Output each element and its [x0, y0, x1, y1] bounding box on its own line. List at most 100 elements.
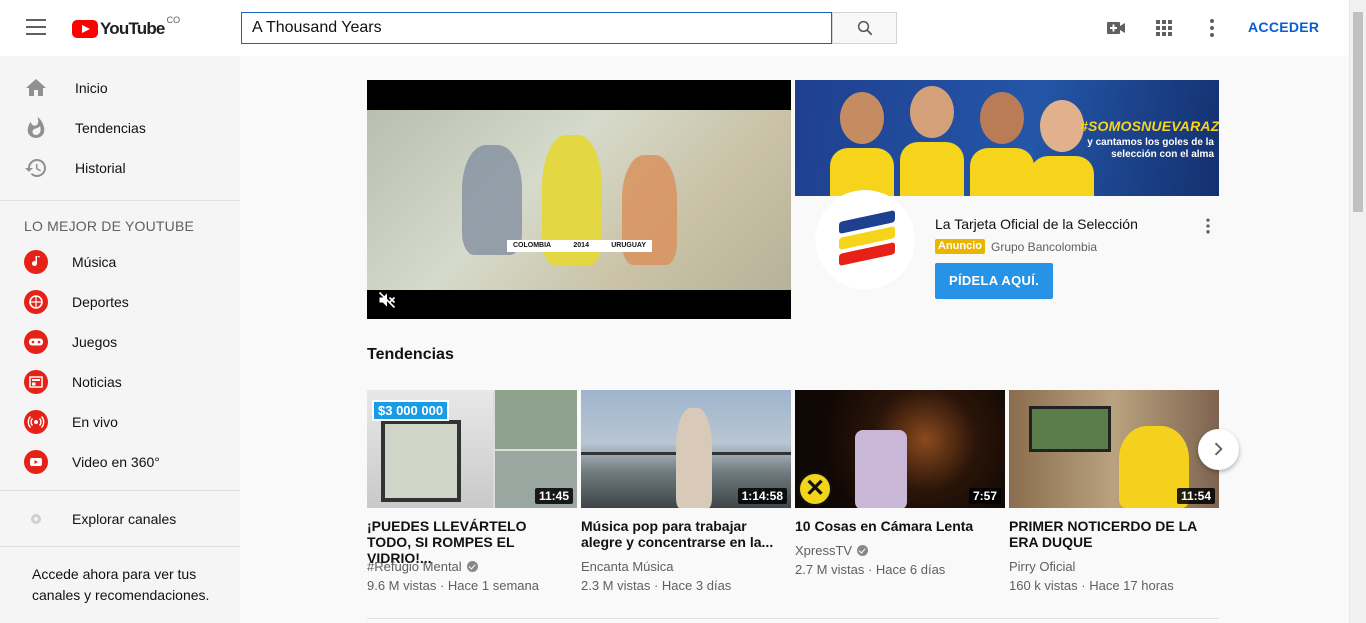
section-title: LO MEJOR DE YOUTUBE [24, 218, 195, 234]
scrollbar[interactable] [1349, 0, 1366, 623]
video-card[interactable]: 11:54 PRIMER NOTICERDO DE LA ERA DUQUE P… [1009, 390, 1219, 600]
ad-banner-subtitle: y cantamos los goles de la selección con… [1087, 137, 1214, 160]
player-figure [462, 145, 522, 255]
news-icon [24, 370, 48, 394]
ad-advertiser[interactable]: Grupo Bancolombia [991, 240, 1097, 254]
apps-grid-icon[interactable] [1152, 16, 1176, 40]
shelf-next-button[interactable] [1198, 429, 1239, 470]
ad-badge: Anuncio [935, 239, 985, 254]
explore-channels-icon [31, 514, 41, 524]
logo-text: YouTube [100, 19, 165, 38]
sidebar-item-label: Explorar canales [72, 511, 177, 527]
video-thumbnail[interactable]: $3 000 000 11:45 [367, 390, 577, 508]
video-360-icon [24, 450, 48, 474]
video-title[interactable]: PRIMER NOTICERDO DE LA ERA DUQUE [1009, 518, 1209, 550]
verified-icon [466, 561, 478, 572]
scorebug-away: URUGUAY [611, 242, 646, 249]
video-age: Hace 17 horas [1089, 578, 1174, 593]
sidebar-divider [0, 200, 240, 201]
video-duration: 11:45 [534, 488, 573, 504]
section-heading-trending[interactable]: Tendencias [367, 346, 454, 364]
sidebar-item-deportes[interactable]: Deportes [0, 282, 240, 322]
sidebar-item-video-360[interactable]: Video en 360° [0, 442, 240, 482]
video-views: 2.7 M vistas [795, 562, 865, 577]
logo-country-code: CO [166, 15, 181, 25]
home-icon [26, 79, 46, 96]
ad-banner-image[interactable]: #SOMOSNUEVARAZA y cantamos los goles de … [795, 80, 1219, 196]
search-input[interactable]: A Thousand Years [241, 12, 832, 44]
sidebar-item-label: Inicio [75, 80, 108, 96]
signin-button[interactable]: ACCEDER [1248, 19, 1319, 35]
signin-prompt: Accede ahora para ver tus canales y reco… [32, 566, 210, 603]
video-title[interactable]: 10 Cosas en Cámara Lenta [795, 518, 995, 534]
video-duration: 11:54 [1176, 488, 1215, 504]
sidebar-divider [0, 490, 240, 491]
sidebar-item-inicio[interactable]: Inicio [0, 68, 240, 108]
youtube-logo[interactable]: YouTube CO [72, 15, 181, 40]
sidebar-item-tendencias[interactable]: Tendencias [0, 108, 240, 148]
menu-icon[interactable] [16, 16, 56, 40]
video-age: Hace 6 días [875, 562, 946, 577]
search-icon [857, 20, 873, 36]
thumb-person [676, 408, 712, 508]
ad-info-card: La Tarjeta Oficial de la Selección Anunc… [795, 190, 1219, 306]
channel-name: #Refugio Mental [367, 559, 462, 574]
video-card[interactable]: ✕ 7:57 10 Cosas en Cámara Lenta XpressTV… [795, 390, 1005, 600]
video-age: Hace 3 días [661, 578, 732, 593]
video-meta: 9.6 M vistas · Hace 1 semana [367, 578, 539, 593]
create-video-icon[interactable] [1104, 16, 1128, 40]
thumb-lighter [855, 430, 907, 508]
video-meta: 160 k vistas · Hace 17 horas [1009, 578, 1174, 593]
sidebar-item-juegos[interactable]: Juegos [0, 322, 240, 362]
thumb-overlay-text: $3 000 000 [372, 400, 450, 421]
ad-person-figure [970, 88, 1034, 196]
video-channel[interactable]: Pirry Oficial [1009, 559, 1075, 574]
channel-name: Encanta Música [581, 559, 674, 574]
sidebar-item-historial[interactable]: Historial [0, 148, 240, 188]
sports-icon [24, 290, 48, 314]
sidebar-item-en-vivo[interactable]: En vivo [0, 402, 240, 442]
search-button[interactable] [832, 12, 897, 44]
mute-icon[interactable] [377, 290, 397, 310]
video-views: 160 k vistas [1009, 578, 1078, 593]
scrollbar-thumb[interactable] [1353, 12, 1363, 212]
ad-hashtag: #SOMOSNUEVARAZA [1080, 118, 1219, 134]
channel-name: Pirry Oficial [1009, 559, 1076, 574]
scorebug-year: 2014 [573, 242, 589, 249]
music-icon [24, 250, 48, 274]
video-meta: 2.7 M vistas · Hace 6 días [795, 562, 946, 577]
video-card[interactable]: $3 000 000 11:45 ¡PUEDES LLEVÁRTELO TODO… [367, 390, 577, 600]
chevron-right-icon [1214, 442, 1223, 456]
video-channel[interactable]: Encanta Música [581, 559, 674, 574]
more-vert-icon[interactable] [1198, 216, 1218, 236]
video-thumbnail[interactable]: 1:14:58 [581, 390, 791, 508]
sidebar-item-label: Video en 360° [72, 454, 160, 470]
shelf-divider [367, 618, 1219, 619]
video-card[interactable]: 1:14:58 Música pop para trabajar alegre … [581, 390, 791, 600]
verified-icon [857, 545, 869, 556]
advertiser-logo[interactable] [815, 190, 915, 290]
sidebar-item-musica[interactable]: Música [0, 242, 240, 282]
masthead-video-player[interactable]: COLOMBIA 2014 URUGUAY [367, 80, 791, 319]
video-thumbnail[interactable]: ✕ 7:57 [795, 390, 1005, 508]
sidebar-item-label: Música [72, 254, 117, 270]
thumb-x-logo: ✕ [798, 472, 832, 506]
live-icon [24, 410, 48, 434]
channel-name: XpressTV [795, 543, 853, 558]
sidebar-item-explorar-canales[interactable]: Explorar canales [0, 499, 240, 539]
video-views: 2.3 M vistas [581, 578, 651, 593]
video-title[interactable]: Música pop para trabajar alegre y concen… [581, 518, 781, 550]
ad-title[interactable]: La Tarjeta Oficial de la Selección [935, 216, 1138, 232]
ad-person-figure [830, 88, 894, 196]
video-channel[interactable]: #Refugio Mental [367, 559, 478, 574]
sidebar-item-noticias[interactable]: Noticias [0, 362, 240, 402]
video-thumbnail[interactable]: 11:54 [1009, 390, 1219, 508]
sidebar-item-label: Deportes [72, 294, 129, 310]
video-channel[interactable]: XpressTV [795, 543, 869, 558]
sidebar-item-label: Juegos [72, 334, 118, 350]
ad-cta-button[interactable]: PÍDELA AQUÍ. [935, 263, 1053, 299]
more-vert-icon[interactable] [1200, 16, 1224, 40]
sidebar: Inicio Tendencias Historial LO MEJOR DE … [0, 56, 240, 623]
thumb-panel [495, 390, 577, 449]
video-duration: 7:57 [968, 488, 1001, 504]
